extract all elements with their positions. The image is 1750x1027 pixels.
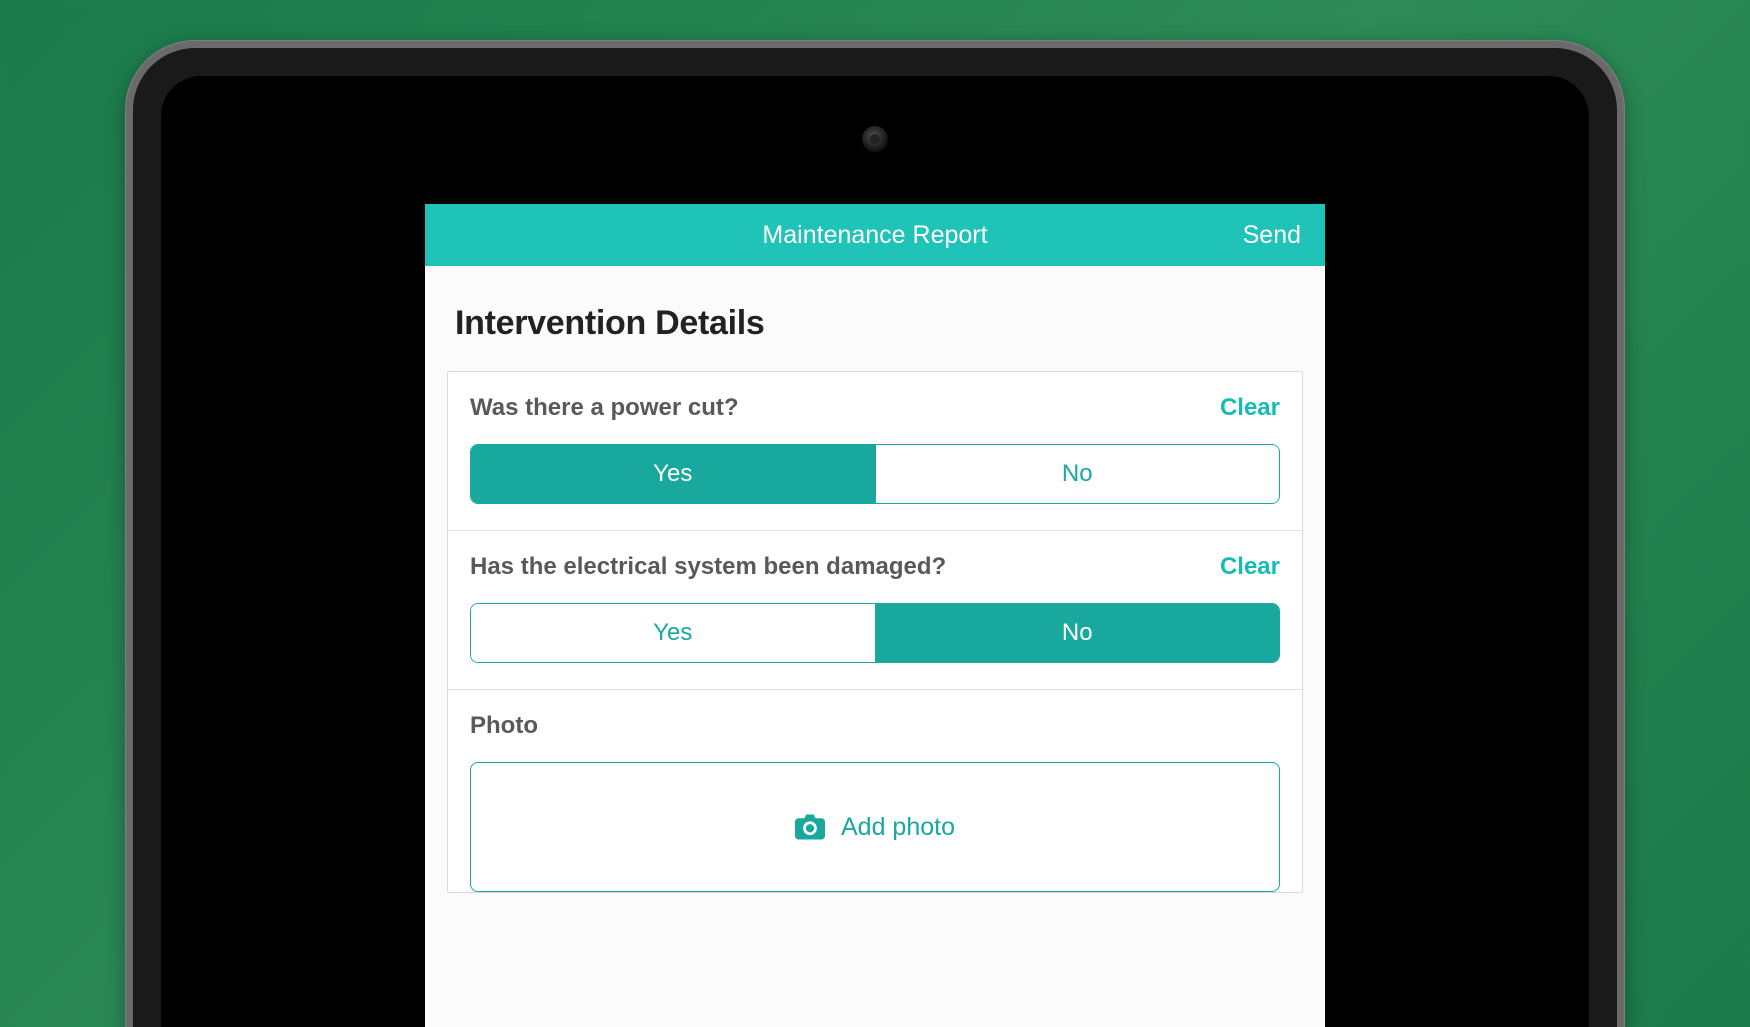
app-root: Maintenance Report Send Intervention Det… [425,204,1325,1027]
segmented-control: Yes No [470,603,1280,663]
option-no[interactable]: No [875,604,1280,662]
add-photo-button[interactable]: Add photo [470,762,1280,892]
app-content: Intervention Details Was there a power c… [425,266,1325,893]
send-button[interactable]: Send [1243,221,1301,250]
segmented-control: Yes No [470,444,1280,504]
app-header: Maintenance Report Send [425,204,1325,266]
page-title: Maintenance Report [762,221,987,250]
section-heading: Intervention Details [425,304,1325,371]
tablet-screen: Maintenance Report Send Intervention Det… [251,204,1499,1027]
tablet-device-frame: Maintenance Report Send Intervention Det… [125,40,1625,1027]
question-label: Was there a power cut? [470,394,739,422]
photo-section: Photo Add photo [448,690,1302,892]
camera-icon [795,814,825,840]
photo-section-label: Photo [470,712,1280,740]
question-label: Has the electrical system been damaged? [470,553,946,581]
question-electrical-damage: Has the electrical system been damaged? … [448,531,1302,690]
clear-button[interactable]: Clear [1220,553,1280,581]
question-row: Has the electrical system been damaged? … [470,553,1280,581]
tablet-face: Maintenance Report Send Intervention Det… [161,76,1589,1027]
option-yes[interactable]: Yes [471,604,875,662]
add-photo-label: Add photo [841,813,955,842]
tablet-bezel: Maintenance Report Send Intervention Det… [133,48,1617,1027]
form-card: Was there a power cut? Clear Yes No [447,371,1303,893]
question-row: Was there a power cut? Clear [470,394,1280,422]
clear-button[interactable]: Clear [1220,394,1280,422]
question-power-cut: Was there a power cut? Clear Yes No [448,372,1302,531]
option-yes[interactable]: Yes [471,445,875,503]
option-no[interactable]: No [875,445,1280,503]
front-camera-icon [862,126,888,152]
